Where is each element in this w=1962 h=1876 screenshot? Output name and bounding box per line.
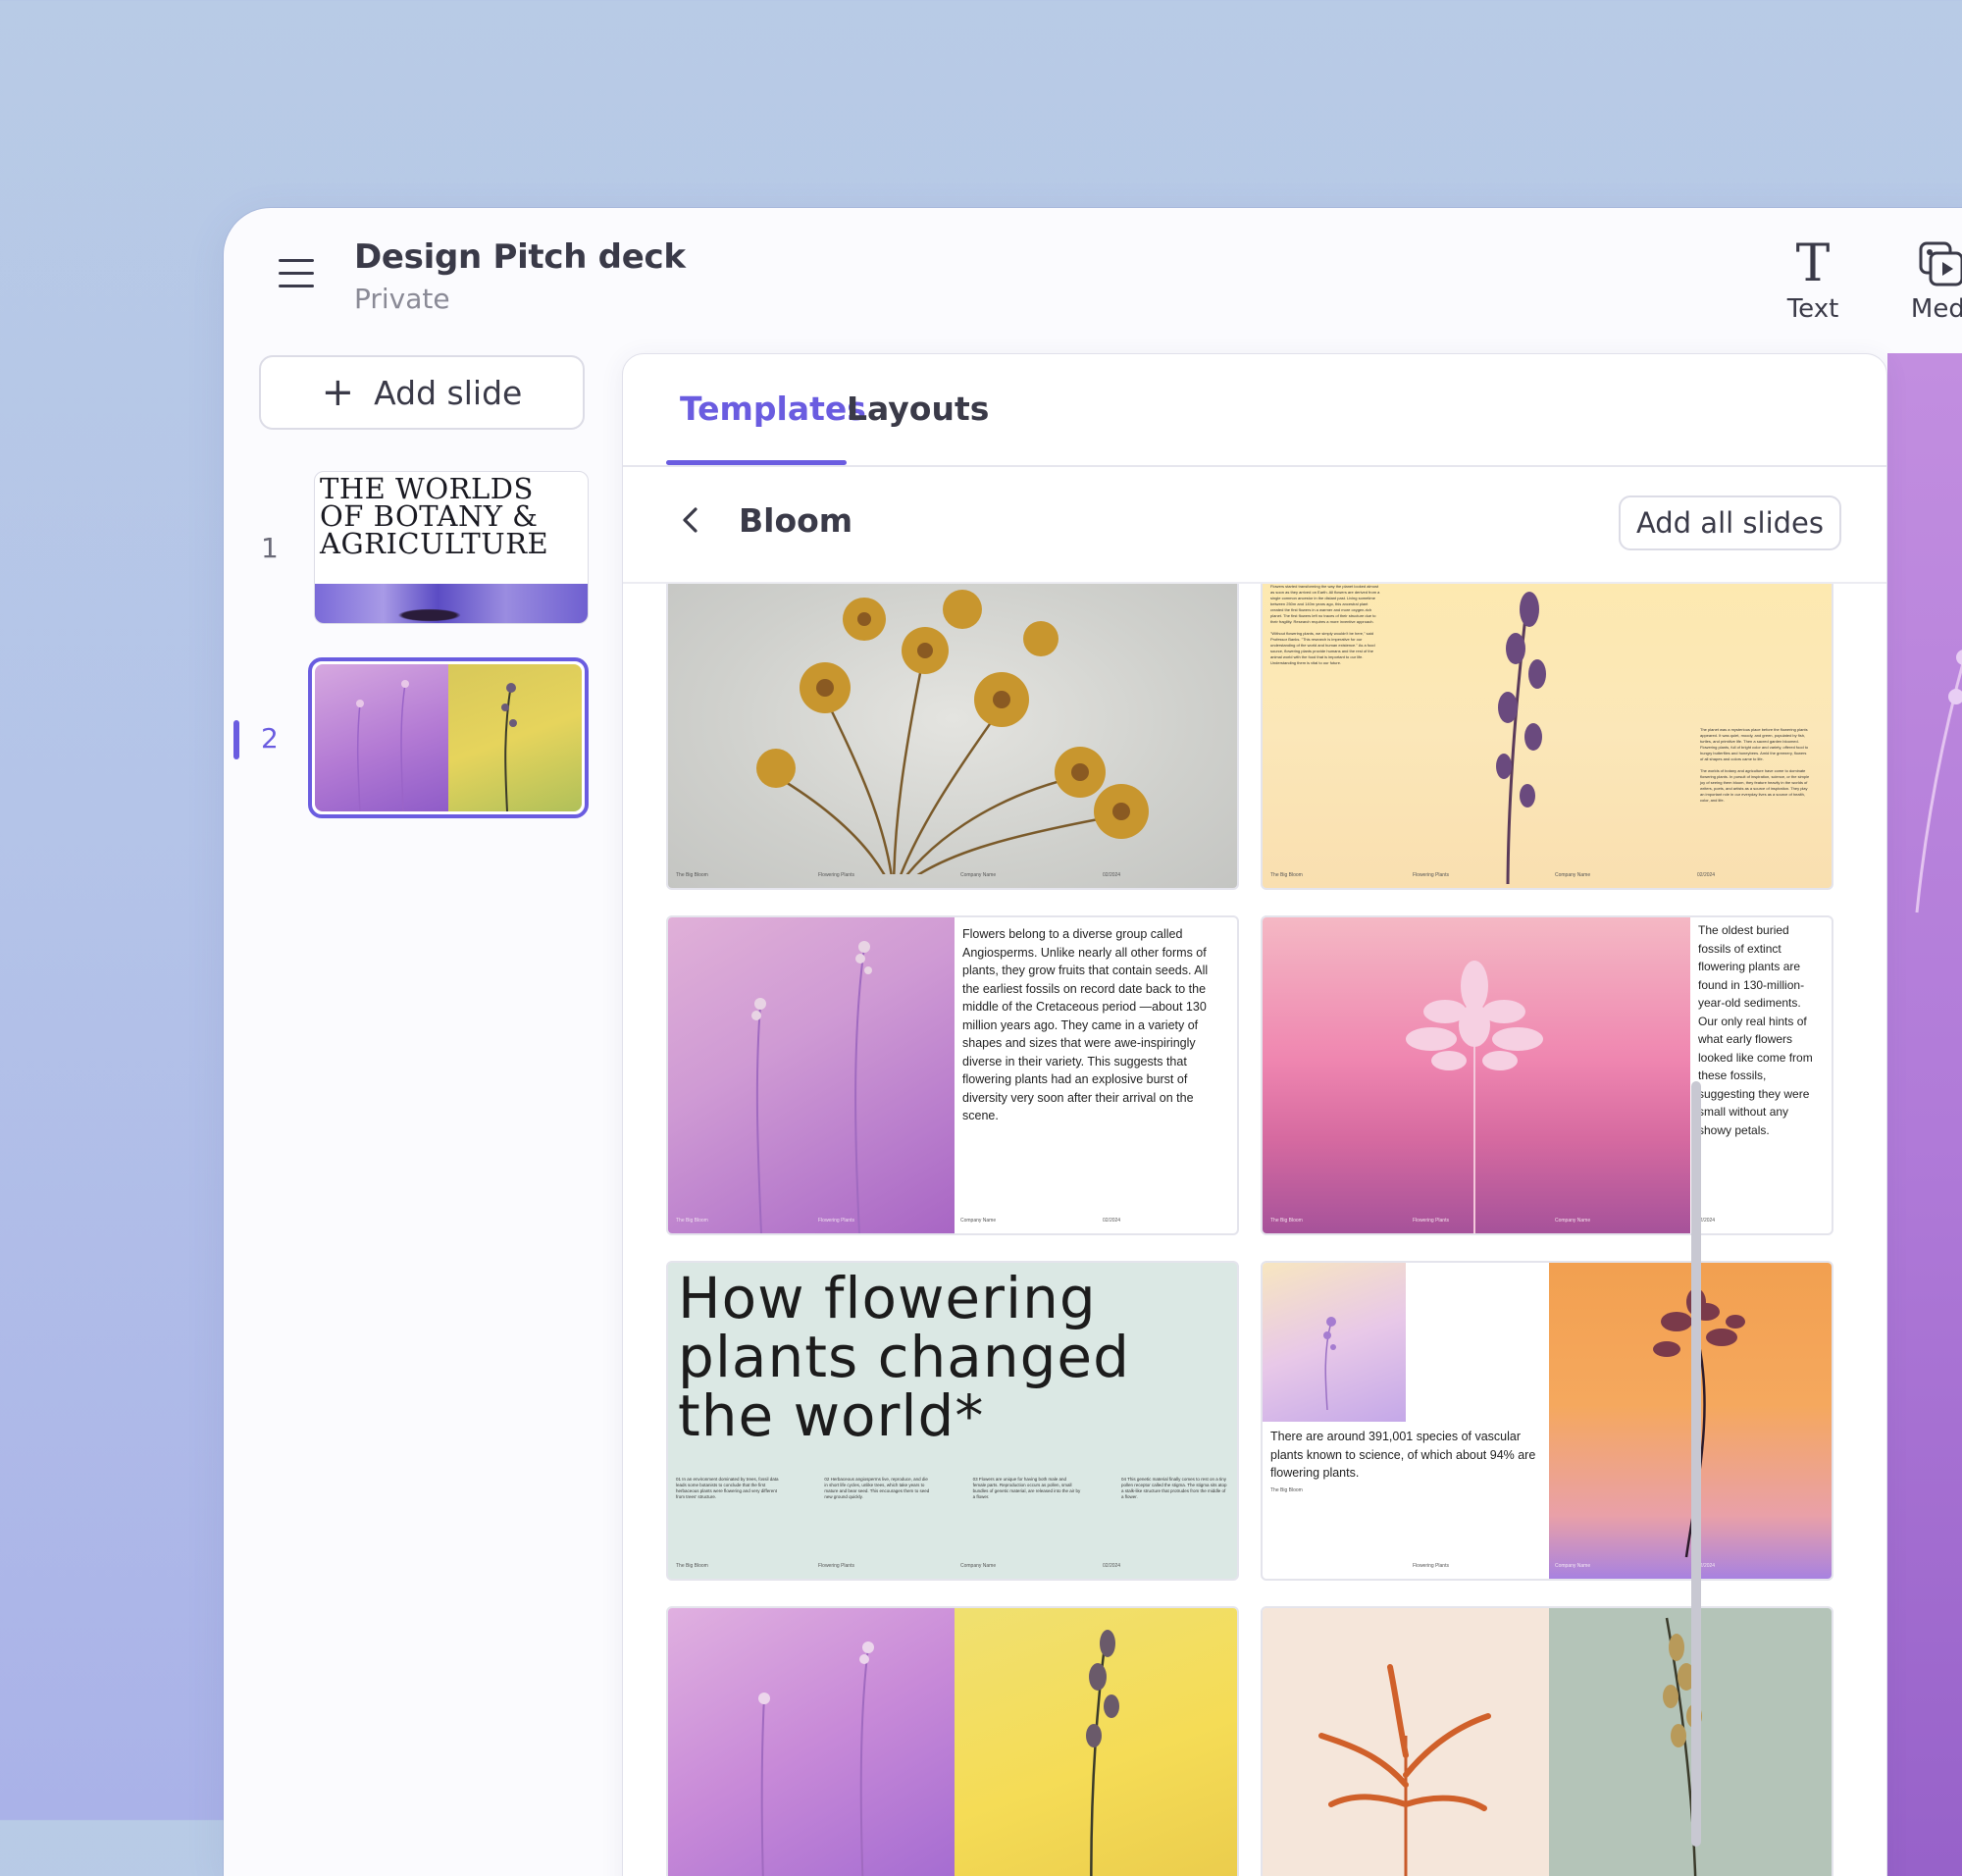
footer-text: Flowering Plants bbox=[818, 872, 854, 878]
chevron-left-icon[interactable] bbox=[676, 505, 705, 535]
template-card[interactable]: The oldest buried fossils of extinct flo… bbox=[1261, 915, 1833, 1235]
document-title[interactable]: Design Pitch deck bbox=[354, 237, 686, 277]
footer-text: The Big Bloom bbox=[1270, 1218, 1303, 1224]
footer-text: Flowering Plants bbox=[818, 1218, 854, 1224]
footer-text: The Big Bloom bbox=[676, 1218, 708, 1224]
tab-templates[interactable]: Templates bbox=[680, 390, 866, 428]
slide-number: 2 bbox=[261, 722, 279, 755]
footer-text: 02/2024 bbox=[1697, 872, 1716, 878]
slide-columns: 01 In an environment dominated by trees,… bbox=[676, 1477, 1229, 1500]
panel-scrollbar[interactable] bbox=[1691, 1081, 1701, 1847]
column-text: 02 Herbaceous angiosperms live, reproduc… bbox=[824, 1477, 930, 1499]
slide-footer: The Big Bloom Flowering Plants Company N… bbox=[1270, 872, 1824, 880]
column-text: 01 In an environment dominated by trees,… bbox=[676, 1477, 779, 1499]
slide-body-text: Flowers belong to a diverse group called… bbox=[962, 927, 1209, 1122]
small-flower-image bbox=[1263, 1263, 1406, 1422]
footer-text: Company Name bbox=[960, 1218, 997, 1224]
slide-footer: The Big Bloom Flowering Plants Company N… bbox=[676, 1563, 1229, 1571]
slide-title: How flowering plants changed the world* bbox=[678, 1265, 1130, 1449]
footer-text: Company Name bbox=[960, 1563, 997, 1569]
slide-thumbnail-image-right bbox=[448, 664, 582, 811]
media-tool-button[interactable]: Medi bbox=[1897, 239, 1962, 324]
slide-body-text: There are around 391,001 species of vasc… bbox=[1270, 1430, 1536, 1493]
slide-thumbnail-2[interactable] bbox=[308, 657, 589, 818]
footer-text: Flowering Plants bbox=[1413, 872, 1449, 878]
canvas-preview-background bbox=[1887, 353, 1962, 1876]
yellow-stem-image bbox=[955, 1608, 1237, 1876]
template-card[interactable]: Flowers belong to a diverse group called… bbox=[666, 915, 1239, 1235]
footer-text: Company Name bbox=[1555, 1563, 1591, 1569]
footer-text: The Big Bloom bbox=[1270, 872, 1303, 878]
slide-footer: The Big Bloom Flowering Plants Company N… bbox=[1270, 1218, 1824, 1225]
add-slide-button[interactable]: + Add slide bbox=[259, 355, 585, 430]
footer-text: Flowering Plants bbox=[1413, 1218, 1449, 1224]
media-tool-label: Medi bbox=[1910, 294, 1962, 324]
slide-footer: Flowering Plants Company Name 02/2024 bbox=[1270, 1563, 1824, 1571]
add-slide-label: Add slide bbox=[374, 373, 523, 412]
template-card[interactable]: The Big Bloom Flowering Plants Company N… bbox=[666, 584, 1239, 890]
column-text: 04 This genetic material finally comes t… bbox=[1120, 1477, 1227, 1499]
footer-text: The Big Bloom bbox=[676, 872, 708, 878]
text-tool-label: Text bbox=[1786, 294, 1839, 324]
slide-thumbnail-image-left bbox=[315, 664, 448, 811]
footer-text: 02/2024 bbox=[1103, 872, 1121, 878]
slide-thumbnail-image bbox=[315, 584, 588, 623]
text-icon: T bbox=[1795, 234, 1831, 293]
template-card[interactable]: Flowers started transforming the way the… bbox=[1261, 584, 1833, 890]
slide-footer: The Big Bloom Flowering Plants Company N… bbox=[676, 872, 1229, 880]
footer-text: 02/2024 bbox=[1103, 1563, 1121, 1569]
pink-leaf-image bbox=[1263, 917, 1690, 1233]
media-icon bbox=[1897, 239, 1962, 288]
add-all-slides-button[interactable]: Add all slides bbox=[1618, 495, 1841, 550]
document-visibility: Private bbox=[354, 283, 450, 315]
orange-plant-image bbox=[1263, 1608, 1549, 1876]
column-text: 03 Flowers are unique for having both ma… bbox=[972, 1477, 1081, 1499]
template-card[interactable] bbox=[1261, 1606, 1833, 1876]
tab-layouts[interactable]: Layouts bbox=[847, 390, 989, 428]
slide-thumbnail-title: THE WORLDS OF BOTANY & AGRICULTURE bbox=[320, 472, 549, 560]
slide-footer: The Big Bloom Flowering Plants Company N… bbox=[676, 1218, 1229, 1225]
slide-body-text: The oldest buried fossils of extinct flo… bbox=[1698, 923, 1813, 1137]
purple-flowers-image bbox=[668, 917, 955, 1233]
purple-flowers-image bbox=[668, 1608, 955, 1876]
footer-text: Company Name bbox=[1555, 872, 1591, 878]
slide-number: 1 bbox=[261, 532, 279, 564]
footer-text: Company Name bbox=[1555, 1218, 1591, 1224]
plus-icon: + bbox=[321, 370, 355, 415]
footer-text: The Big Bloom bbox=[676, 1563, 708, 1569]
footer-text: Flowering Plants bbox=[818, 1563, 854, 1569]
slide-thumbnail-1[interactable]: THE WORLDS OF BOTANY & AGRICULTURE bbox=[314, 471, 589, 624]
footer-text: Flowering Plants bbox=[1413, 1563, 1449, 1569]
tab-divider bbox=[623, 465, 1886, 467]
footer-text: Company Name bbox=[960, 872, 997, 878]
dried-flowers-image bbox=[756, 590, 1149, 874]
template-card[interactable] bbox=[666, 1606, 1239, 1876]
footer-text: 02/2024 bbox=[1103, 1218, 1121, 1224]
template-card[interactable]: How flowering plants changed the world* … bbox=[666, 1261, 1239, 1581]
app-window: Design Pitch deck Private T Text Medi + … bbox=[224, 208, 1962, 1876]
template-card[interactable]: There are around 391,001 species of vasc… bbox=[1261, 1261, 1833, 1581]
text-tool-button[interactable]: T Text bbox=[1774, 234, 1852, 324]
slide-body-text: The planet was a mysterious place before… bbox=[1700, 727, 1810, 803]
menu-icon[interactable] bbox=[279, 259, 314, 288]
template-set-title: Bloom bbox=[739, 501, 853, 540]
active-slide-indicator bbox=[233, 720, 239, 759]
